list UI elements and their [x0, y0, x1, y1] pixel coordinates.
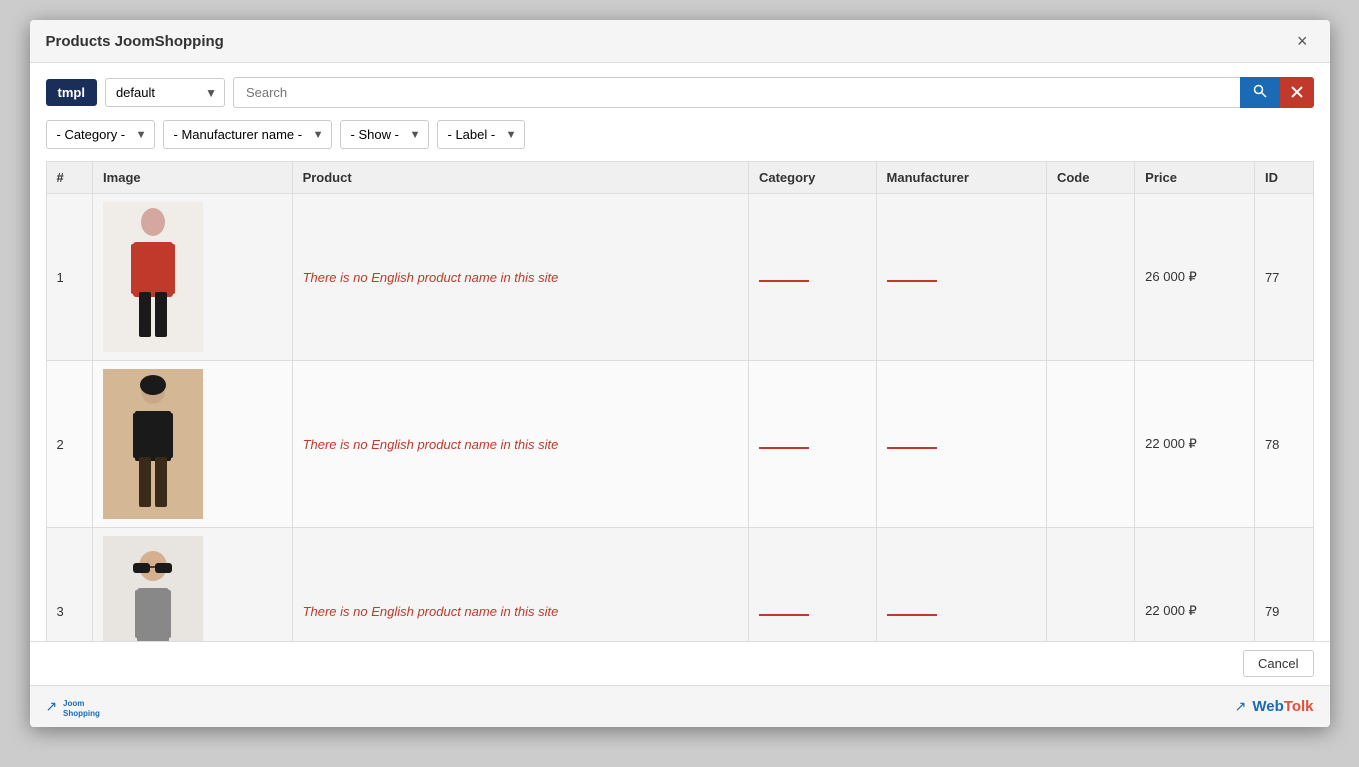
- modal-close-button[interactable]: ×: [1291, 30, 1314, 52]
- row-product: There is no English product name in this…: [292, 361, 748, 528]
- label-filter-wrapper: - Label - ▼: [437, 120, 525, 149]
- table-row: 3: [46, 528, 1313, 642]
- manufacturer-filter[interactable]: - Manufacturer name -: [163, 120, 332, 149]
- row-price: 22 000 ₽: [1135, 361, 1255, 528]
- row-image: [93, 194, 293, 361]
- no-name-label: There is no English product name in this…: [303, 604, 559, 619]
- modal-header: Products JoomShopping ×: [30, 20, 1330, 63]
- col-header-manufacturer: Manufacturer: [876, 162, 1046, 194]
- template-select[interactable]: default: [105, 78, 225, 107]
- toolbar-row: tmpl default ▼: [46, 77, 1314, 108]
- category-filter-wrapper: - Category - ▼: [46, 120, 155, 149]
- col-header-image: Image: [93, 162, 293, 194]
- webtolk-label: WebTolk: [1252, 698, 1313, 715]
- manufacturer-filter-wrapper: - Manufacturer name - ▼: [163, 120, 332, 149]
- product-image: [103, 369, 203, 519]
- col-header-code: Code: [1046, 162, 1134, 194]
- modal-footer: ↗ Joom Shopping ↗ WebTolk: [30, 685, 1330, 727]
- cancel-button[interactable]: Cancel: [1243, 650, 1313, 677]
- row-product: There is no English product name in this…: [292, 194, 748, 361]
- modal-title: Products JoomShopping: [46, 33, 224, 50]
- row-id: 78: [1254, 361, 1313, 528]
- row-code: [1046, 528, 1134, 642]
- category-filter[interactable]: - Category -: [46, 120, 155, 149]
- bottom-bar: Cancel: [30, 641, 1330, 685]
- no-name-label: There is no English product name in this…: [303, 270, 559, 285]
- product-image-svg: [103, 536, 203, 641]
- row-id: 77: [1254, 194, 1313, 361]
- col-header-product: Product: [292, 162, 748, 194]
- manufacturer-line: [887, 614, 937, 616]
- svg-text:Joom: Joom: [63, 699, 84, 708]
- show-filter-wrapper: - Show - ▼: [340, 120, 429, 149]
- no-name-label: There is no English product name in this…: [303, 437, 559, 452]
- clear-icon: [1291, 86, 1303, 98]
- row-manufacturer: [876, 528, 1046, 642]
- row-manufacturer: [876, 194, 1046, 361]
- category-line: [759, 447, 809, 449]
- clear-search-button[interactable]: [1280, 77, 1314, 108]
- label-filter[interactable]: - Label -: [437, 120, 525, 149]
- row-category: [748, 194, 876, 361]
- search-icon: [1253, 84, 1267, 98]
- row-image: [93, 528, 293, 642]
- row-price: 26 000 ₽: [1135, 194, 1255, 361]
- template-select-wrapper: default ▼: [105, 78, 225, 107]
- row-code: [1046, 361, 1134, 528]
- table-container: # Image Product Category Manufacturer Co…: [46, 161, 1314, 641]
- manufacturer-line: [887, 447, 937, 449]
- row-num: 2: [46, 361, 93, 528]
- product-image: [103, 202, 203, 352]
- external-link-icon: ↗: [46, 698, 58, 715]
- footer-logo: ↗ Joom Shopping: [46, 694, 144, 719]
- col-header-id: ID: [1254, 162, 1313, 194]
- footer-right: ↗ WebTolk: [1235, 698, 1314, 715]
- search-container: [233, 77, 1314, 108]
- filter-row: - Category - ▼ - Manufacturer name - ▼ -…: [46, 120, 1314, 149]
- category-line: [759, 280, 809, 282]
- product-image: [103, 536, 203, 641]
- row-image: [93, 361, 293, 528]
- row-code: [1046, 194, 1134, 361]
- table-header: # Image Product Category Manufacturer Co…: [46, 162, 1313, 194]
- row-price: 22 000 ₽: [1135, 528, 1255, 642]
- row-id: 79: [1254, 528, 1313, 642]
- table-row: 2: [46, 361, 1313, 528]
- svg-text:Shopping: Shopping: [63, 709, 100, 718]
- modal-body: tmpl default ▼: [30, 63, 1330, 641]
- col-header-num: #: [46, 162, 93, 194]
- row-category: [748, 361, 876, 528]
- row-manufacturer: [876, 361, 1046, 528]
- col-header-price: Price: [1135, 162, 1255, 194]
- row-product: There is no English product name in this…: [292, 528, 748, 642]
- product-image-svg: [103, 369, 203, 519]
- products-table: # Image Product Category Manufacturer Co…: [46, 161, 1314, 641]
- table-body: 1: [46, 194, 1313, 642]
- modal-dialog: Products JoomShopping × tmpl default ▼: [30, 20, 1330, 727]
- row-num: 3: [46, 528, 93, 642]
- search-button[interactable]: [1240, 77, 1280, 108]
- col-header-category: Category: [748, 162, 876, 194]
- row-category: [748, 528, 876, 642]
- show-filter[interactable]: - Show -: [340, 120, 429, 149]
- search-input[interactable]: [233, 77, 1240, 108]
- manufacturer-line: [887, 280, 937, 282]
- product-image-svg: [103, 202, 203, 352]
- tmpl-badge: tmpl: [46, 79, 97, 106]
- joomshopping-logo: Joom Shopping: [63, 694, 143, 719]
- external-link-icon-right: ↗: [1235, 698, 1247, 715]
- table-row: 1: [46, 194, 1313, 361]
- row-num: 1: [46, 194, 93, 361]
- category-line: [759, 614, 809, 616]
